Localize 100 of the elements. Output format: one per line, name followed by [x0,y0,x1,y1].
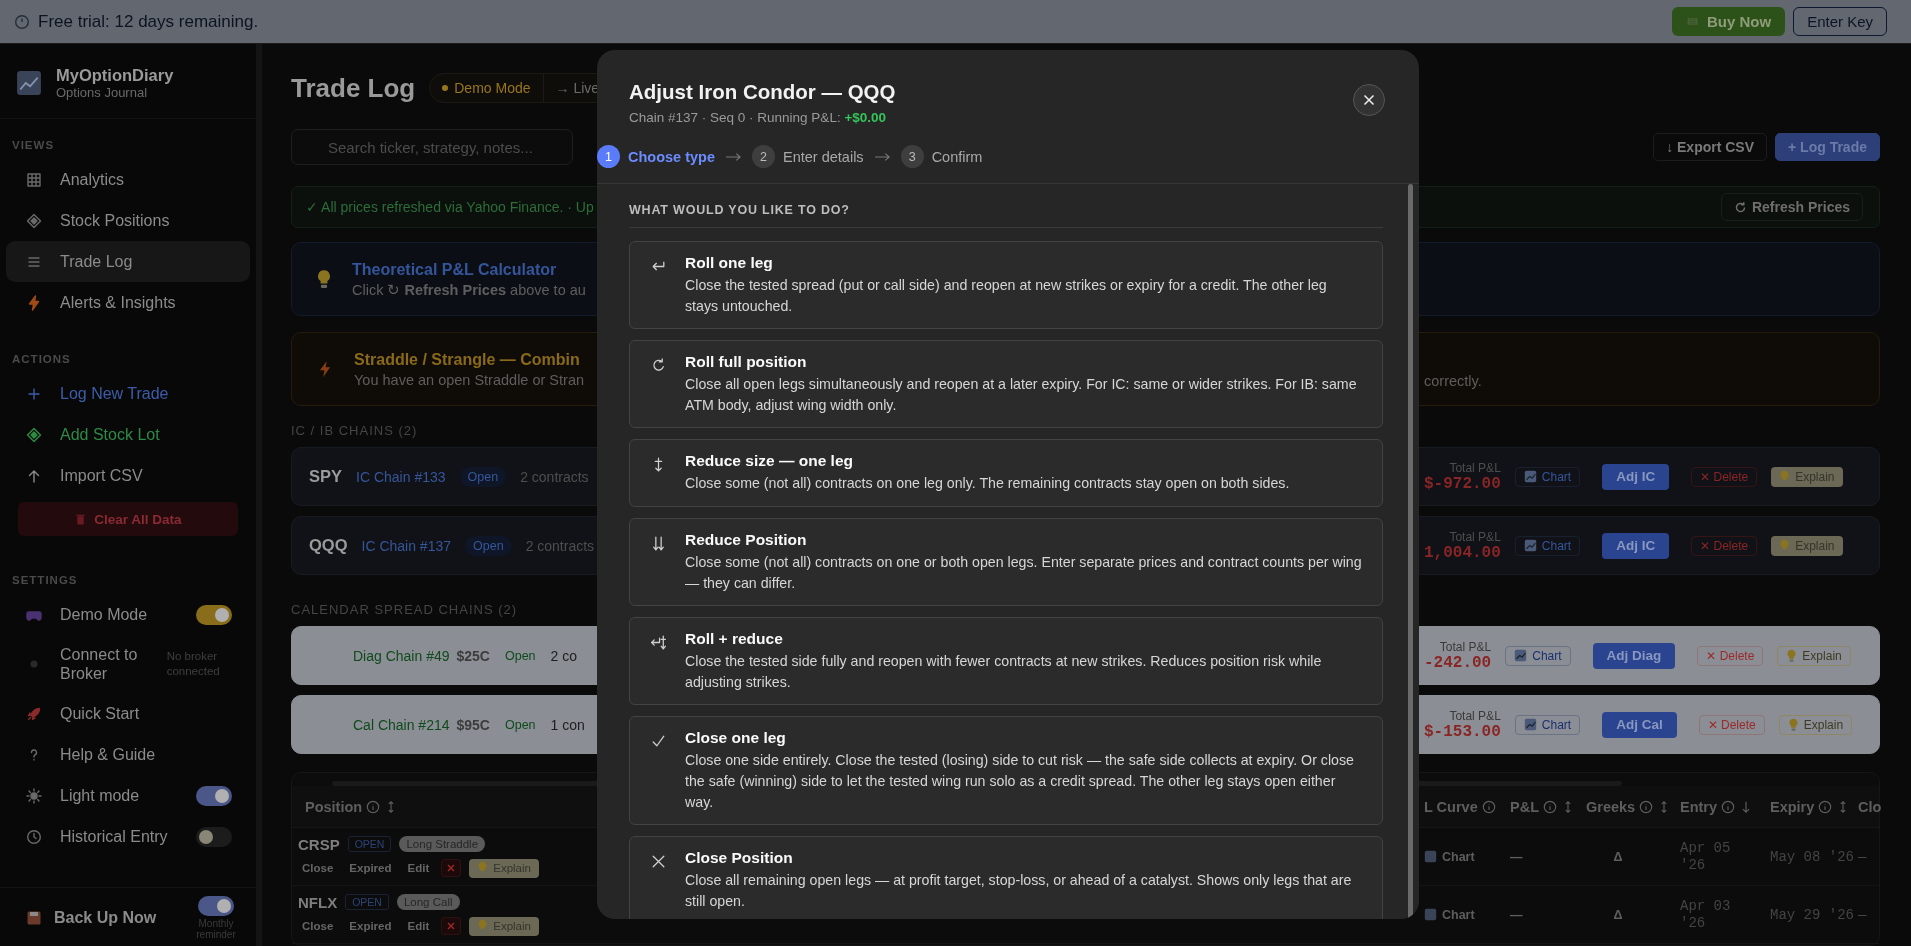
mode-tab[interactable]: Demo Mode [430,74,543,102]
scrollbar[interactable] [1408,184,1413,919]
lightbulb-icon [1786,648,1798,663]
search-field[interactable]: Search ticker, strategy, notes... [291,129,573,165]
option-description: Close some (not all) contracts on one or both open legs. Enter separate prices and contract counts per wing — they can differ. [685,552,1362,593]
section-title: VIEWS [11,138,56,153]
explain-button[interactable]: Explain [469,858,539,878]
backup-button[interactable]: Back Up Now [26,909,157,927]
step-tab[interactable]: 1 Choose type [597,145,715,168]
chart-link[interactable]: Chart [1442,849,1475,864]
adjustment-option[interactable]: Reduce size — one leg Close some (not all) contracts on one leg only. The remaining contracts stay open on both sides. [629,439,1383,507]
notice-title: Straddle / Strangle — Combin [354,350,581,369]
table-cell-text: May 08 '26 [1770,848,1855,865]
row-action-link[interactable]: Close [298,862,338,874]
adjust-button[interactable]: Adj IC [1602,532,1670,559]
log-trade-button[interactable]: + Log Trade [1775,133,1880,161]
row-action-link[interactable]: Expired [345,862,396,874]
column-header[interactable]: L Curve [1424,798,1510,815]
page-title: Trade Log [291,72,416,104]
clear-data-button[interactable]: Clear All Data [18,502,238,536]
chain-name[interactable]: Diag Chain #49 [309,647,450,664]
nav-item[interactable]: Stock Positions [6,200,250,241]
option-title: Close Position [685,849,794,868]
running-pnl: +$0.00 [844,110,887,125]
column-header[interactable]: Entry [1680,798,1770,815]
chart-button[interactable]: Chart [1514,535,1581,556]
status-message: ✓ All prices refreshed via Yahoo Finance. · Up [306,199,594,215]
explain-button[interactable]: Explain [1771,535,1843,556]
column-header[interactable]: Position [305,798,399,815]
setting-item[interactable]: Light mode [6,775,250,816]
option-title: Roll full position [685,353,808,372]
status-label: Open [504,647,537,665]
nav-item[interactable]: Alerts & Insights [6,282,250,323]
table-cell-text: — [1510,907,1524,922]
adjustment-option[interactable]: Close Position Close all remaining open legs — at profit target, stop-loss, or ahead of a catalyst. Shows only legs that are still open. [629,836,1383,919]
pnl-label: Total P&L [1449,460,1501,475]
explain-button[interactable]: Explain [1777,645,1851,666]
chart-button[interactable]: Chart [1514,714,1581,735]
action-item[interactable]: Add Stock Lot [6,414,250,455]
delete-button[interactable]: ✕ Delete [1698,714,1765,735]
pnl-label: Total P&L [1449,529,1501,544]
column-header[interactable]: P&L [1510,798,1586,815]
double-down-arrow-icon [650,534,667,552]
delete-button[interactable]: ✕ Delete [1697,645,1764,666]
chart-link[interactable]: Chart [1442,907,1475,922]
nav-item[interactable]: Trade Log [6,241,250,282]
setting-item[interactable]: Quick Start [6,693,250,734]
info-icon [1481,799,1496,814]
grid-icon [26,171,42,188]
row-action-link[interactable]: Expired [345,920,396,932]
refresh-prices-button[interactable]: Refresh Prices [1720,193,1863,221]
refresh-icon [1733,200,1747,214]
adjustment-option[interactable]: Roll full position Close all open legs simultaneously and reopen at a later expiry. For IC: same or wider strikes. For IB: same ATM body, adjust wing width only. [629,340,1383,429]
delete-button[interactable]: ✕ Delete [1691,466,1758,487]
adjust-button[interactable]: Adj Diag [1592,642,1676,669]
step-tab[interactable]: 3 Confirm [900,145,983,168]
chart-button[interactable]: Chart [1505,645,1571,666]
explain-button[interactable]: Explain [1771,466,1843,487]
row-action-link[interactable]: Edit [403,862,434,874]
enter-key-button[interactable]: Enter Key [1793,7,1887,36]
option-title: Roll + reduce [685,630,784,649]
adjust-button[interactable]: Adj IC [1602,463,1670,490]
setting-item[interactable]: Demo Mode [6,594,250,635]
toggle-switch[interactable] [196,604,232,625]
column-header[interactable]: Expiry [1770,798,1858,815]
toggle-switch[interactable] [196,826,232,847]
option-description: Close all open legs simultaneously and reopen at a later expiry. For IC: same or wider strikes. For IB: same ATM body, adjust wing width only. [685,375,1358,415]
nav-item[interactable]: Analytics [6,159,250,200]
ticker: QQQ [309,536,348,555]
chain-name[interactable]: Cal Chain #214 [309,716,450,733]
row-action-link[interactable]: Edit [403,920,434,932]
adjust-button[interactable]: Adj Cal [1602,711,1677,738]
arrow-icon [725,151,742,162]
action-item[interactable]: Import CSV [6,455,250,496]
close-button[interactable] [1353,84,1385,116]
explain-button[interactable]: Explain [1778,714,1853,735]
buy-now-button[interactable]: Buy Now [1671,7,1786,36]
explain-button[interactable]: Explain [469,916,539,936]
chart-button[interactable]: Chart [1514,466,1581,487]
reminder-toggle[interactable] [198,896,234,916]
toggle-switch[interactable] [196,785,232,806]
delete-button[interactable]: ✕ Delete [1691,535,1758,556]
chain-name[interactable]: IC Chain #137 [361,537,452,554]
step-tab[interactable]: 2 Enter details [752,145,864,168]
action-item[interactable]: Log New Trade [6,373,250,414]
remove-button[interactable] [441,859,462,877]
chart-logo-icon [16,70,42,96]
adjustment-option[interactable]: Roll + reduce Close the tested side fully and reopen with fewer contracts at new strikes. Reduces position risk while adjusting strikes. [629,617,1383,706]
column-header[interactable]: Greeks [1586,798,1680,815]
adjustment-option[interactable] [629,716,1383,826]
chain-name[interactable]: IC Chain #133 [356,468,446,485]
setting-item[interactable]: Help & Guide [6,734,250,775]
remove-button[interactable] [441,917,462,935]
adjustment-option[interactable]: Roll one leg Close the tested spread (put or call side) and reopen at new strikes or expiry for a credit. The other leg stays untouched. [629,241,1383,330]
export-button[interactable]: ↓ Export CSV [1653,133,1768,161]
adjustment-option[interactable]: Reduce Position Close some (not all) contracts on one or both open legs. Enter separate prices and contract counts per wing — they can differ. [629,517,1383,607]
row-action-link[interactable]: Close [298,920,338,932]
lightning-icon [26,294,42,311]
option-description: Close one side entirely. Close the tested (losing) side to cut risk — the safe side collects at expiry. Or close the safe (winning) side to let the tested wing run solo as a credit spread. The other leg stays open either way. [685,751,1355,812]
setting-item[interactable]: Historical Entry [6,816,250,857]
